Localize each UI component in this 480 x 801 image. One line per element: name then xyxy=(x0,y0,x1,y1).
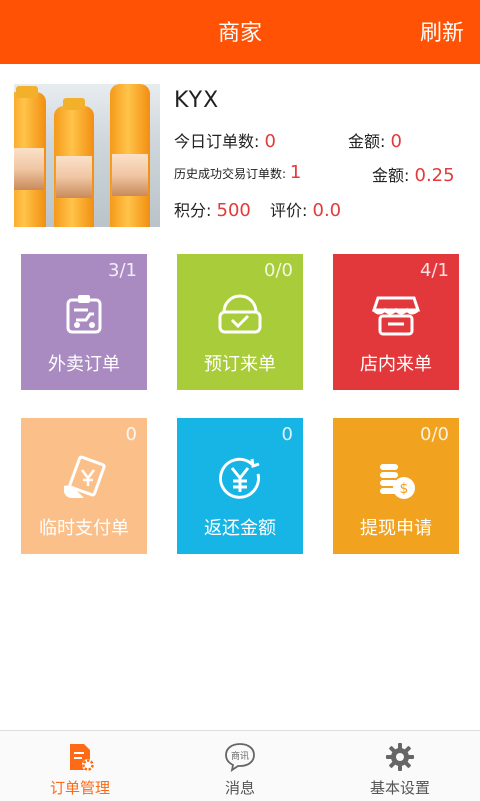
today-orders-value: 0 xyxy=(264,131,276,152)
today-orders: 今日订单数: 0 xyxy=(174,128,276,152)
payment-slip-icon xyxy=(64,455,106,498)
delivery-icon xyxy=(66,295,102,334)
page-title: 商家 xyxy=(217,21,262,46)
tile-temporary-payment[interactable]: 0 临时支付单 xyxy=(21,418,147,554)
tile-label: 返还金额 xyxy=(204,518,276,539)
bottom-tab-bar: 订单管理 商讯 消息 基本设置 xyxy=(0,730,480,801)
tile-reservation-orders[interactable]: 0/0 预订来单 xyxy=(177,254,303,390)
points-value: 500 xyxy=(216,200,251,221)
history-orders: 历史成功交易订单数: 1 xyxy=(174,162,301,183)
store-photo xyxy=(14,84,160,227)
today-orders-label: 今日订单数: xyxy=(174,132,260,151)
rating-label: 评价: xyxy=(270,201,308,220)
coins-icon: $ xyxy=(380,464,415,499)
tab-label: 订单管理 xyxy=(49,779,110,797)
tile-count: 0/0 xyxy=(420,424,449,445)
tile-label: 提现申请 xyxy=(360,518,432,539)
history-orders-label: 历史成功交易订单数: xyxy=(174,167,287,181)
tile-label: 店内来单 xyxy=(360,354,432,375)
store-stats: KYX 今日订单数: 0 金额: 0 历史成功交易订单数: 1 金额: 0.25… xyxy=(174,64,474,244)
rating: 评价: 0.0 xyxy=(270,197,341,221)
app-header: 商家 刷新 xyxy=(0,0,480,64)
tab-basic-settings[interactable]: 基本设置 xyxy=(320,731,480,801)
history-amount-label: 金额: xyxy=(372,166,410,185)
today-amount: 金额: 0 xyxy=(348,128,402,152)
svg-text:商讯: 商讯 xyxy=(231,750,249,762)
tile-label: 预订来单 xyxy=(204,354,276,375)
tile-count: 3/1 xyxy=(108,260,137,281)
tile-count: 0/0 xyxy=(264,260,293,281)
tile-label: 外卖订单 xyxy=(48,354,120,375)
tile-label: 临时支付单 xyxy=(39,518,129,539)
store-name: KYX xyxy=(174,88,220,113)
tile-delivery-orders[interactable]: 3/1 外卖订单 xyxy=(21,254,147,390)
store-info: KYX 今日订单数: 0 金额: 0 历史成功交易订单数: 1 金额: 0.25… xyxy=(0,64,480,244)
message-icon: 商讯 xyxy=(225,743,255,772)
yuan-icon xyxy=(219,457,260,499)
rating-value: 0.0 xyxy=(312,200,342,221)
tile-count: 0 xyxy=(281,424,293,445)
today-amount-value: 0 xyxy=(390,131,402,152)
tile-refund-amount[interactable]: 0 返还金额 xyxy=(177,418,303,554)
history-amount-value: 0.25 xyxy=(414,165,455,186)
today-amount-label: 金额: xyxy=(348,132,386,151)
tab-label: 基本设置 xyxy=(369,779,430,797)
svg-text:$: $ xyxy=(400,481,409,497)
reservation-icon xyxy=(218,294,262,334)
tile-instore-orders[interactable]: 4/1 店内来单 xyxy=(333,254,459,390)
history-orders-value: 1 xyxy=(289,162,302,183)
order-manage-icon xyxy=(70,744,94,771)
gear-icon xyxy=(386,743,414,771)
tile-withdrawal-request[interactable]: 0/0 $ 提现申请 xyxy=(333,418,459,554)
tab-order-management[interactable]: 订单管理 xyxy=(0,731,160,801)
tab-messages[interactable]: 商讯 消息 xyxy=(160,731,320,801)
refresh-button[interactable]: 刷新 xyxy=(420,0,464,64)
history-amount: 金额: 0.25 xyxy=(372,162,455,186)
store-icon xyxy=(371,296,421,336)
points-label: 积分: xyxy=(174,201,212,220)
tile-count: 4/1 xyxy=(420,260,449,281)
tab-label: 消息 xyxy=(224,779,255,797)
tile-count: 0 xyxy=(125,424,137,445)
points: 积分: 500 xyxy=(174,197,251,221)
